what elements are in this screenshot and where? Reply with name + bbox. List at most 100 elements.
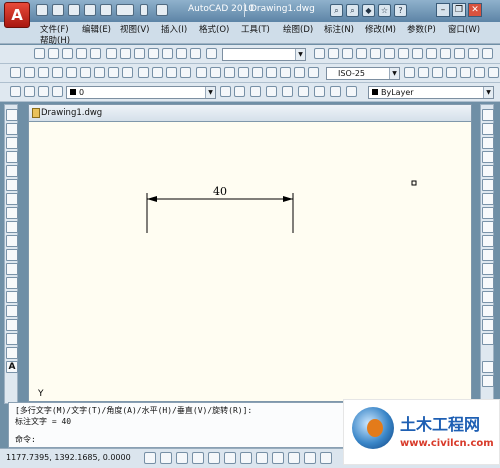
circle-icon[interactable] (6, 193, 18, 205)
tool-icon[interactable] (206, 48, 217, 59)
snap-icon[interactable] (144, 452, 156, 464)
join-icon[interactable] (482, 291, 494, 303)
multiline-text-icon[interactable]: A (6, 361, 18, 373)
tool-icon[interactable] (446, 67, 457, 78)
tool-icon[interactable] (34, 48, 45, 59)
tool-icon[interactable] (294, 67, 305, 78)
polygon-icon[interactable] (6, 151, 18, 163)
tool-icon[interactable] (384, 48, 395, 59)
binoculars-icon[interactable]: ⌕ (330, 4, 343, 17)
minimize-button[interactable]: – (436, 3, 450, 17)
tool-icon[interactable] (148, 48, 159, 59)
tool-icon[interactable] (468, 48, 479, 59)
tool-icon[interactable] (210, 67, 221, 78)
table-icon[interactable] (6, 347, 18, 359)
menu-edit[interactable]: 编辑(E) (82, 23, 111, 35)
save-icon[interactable] (68, 4, 80, 16)
tool-icon[interactable] (298, 86, 309, 97)
break-icon[interactable] (482, 277, 494, 289)
extend-icon[interactable] (482, 249, 494, 261)
gradient-icon[interactable] (6, 319, 18, 331)
new-file-icon[interactable] (36, 4, 48, 16)
tool-icon[interactable] (234, 86, 245, 97)
linetype-combo[interactable]: ByLayer ▼ (368, 86, 494, 99)
tool-icon[interactable] (320, 452, 332, 464)
tool-icon[interactable] (356, 48, 367, 59)
tool-icon[interactable] (238, 67, 249, 78)
make-block-icon[interactable] (6, 277, 18, 289)
osnap-icon[interactable] (208, 452, 220, 464)
restore-button[interactable]: ❐ (452, 3, 466, 17)
tool-icon[interactable] (90, 48, 101, 59)
communication-icon[interactable]: ◆ (362, 4, 375, 17)
tool-icon[interactable] (454, 48, 465, 59)
tool-icon[interactable] (134, 48, 145, 59)
move-icon[interactable] (482, 179, 494, 191)
tool-icon[interactable] (398, 48, 409, 59)
mirror-icon[interactable] (482, 137, 494, 149)
tool-icon[interactable] (482, 48, 493, 59)
bulb-icon[interactable] (24, 86, 35, 97)
tool-icon[interactable] (52, 67, 63, 78)
tool-icon[interactable] (346, 86, 357, 97)
grid-icon[interactable] (160, 452, 172, 464)
favorites-star-icon[interactable]: ☆ (378, 4, 391, 17)
tool-icon[interactable] (404, 67, 415, 78)
otrack-icon[interactable] (224, 452, 236, 464)
lineweight-icon[interactable] (272, 452, 284, 464)
tool-icon[interactable] (266, 67, 277, 78)
explode-icon[interactable] (482, 333, 494, 345)
fillet-icon[interactable] (482, 319, 494, 331)
erase-icon[interactable] (482, 109, 494, 121)
polyline-icon[interactable] (6, 137, 18, 149)
tool-icon[interactable] (482, 375, 494, 387)
menu-window[interactable]: 窗口(W) (448, 23, 480, 35)
layer-combo[interactable]: 0 ▼ (66, 86, 216, 99)
chamfer-icon[interactable] (482, 305, 494, 317)
menu-view[interactable]: 视图(V) (120, 23, 149, 35)
trim-icon[interactable] (482, 235, 494, 247)
scale-icon[interactable] (482, 207, 494, 219)
array-icon[interactable] (482, 165, 494, 177)
redo-icon[interactable] (100, 4, 112, 16)
menu-insert[interactable]: 插入(I) (161, 23, 187, 35)
tool-icon[interactable] (24, 67, 35, 78)
ellipse-arc-icon[interactable] (6, 249, 18, 261)
open-file-icon[interactable] (52, 4, 64, 16)
copy-icon[interactable] (482, 123, 494, 135)
tool-icon[interactable] (488, 67, 499, 78)
tool-icon[interactable] (252, 67, 263, 78)
tool-icon[interactable] (94, 67, 105, 78)
help-icon[interactable]: ? (394, 4, 407, 17)
tool-icon[interactable] (308, 67, 319, 78)
tool-icon[interactable] (314, 48, 325, 59)
insert-block-icon[interactable] (6, 263, 18, 275)
tool-icon[interactable] (432, 67, 443, 78)
rectangle-icon[interactable] (6, 165, 18, 177)
tool-icon[interactable] (342, 48, 353, 59)
layer-properties-icon[interactable] (10, 86, 21, 97)
print-icon[interactable] (116, 4, 134, 16)
drawing-tab[interactable]: Drawing1.dwg (28, 104, 472, 122)
tool-icon[interactable] (330, 86, 341, 97)
ellipse-icon[interactable] (6, 235, 18, 247)
tool-icon[interactable] (120, 48, 131, 59)
tool-icon[interactable] (48, 48, 59, 59)
break-at-point-icon[interactable] (482, 263, 494, 275)
tool-icon[interactable] (250, 86, 261, 97)
polar-icon[interactable] (192, 452, 204, 464)
model-space-icon[interactable] (304, 452, 316, 464)
tool-icon[interactable] (196, 67, 207, 78)
spline-icon[interactable] (6, 221, 18, 233)
tool-icon[interactable] (138, 67, 149, 78)
search-icon[interactable]: ⌕ (346, 4, 359, 17)
tool-icon[interactable] (328, 48, 339, 59)
point-icon[interactable] (6, 291, 18, 303)
tool-icon[interactable] (176, 48, 187, 59)
tool-icon[interactable] (38, 67, 49, 78)
line-icon[interactable] (6, 109, 18, 121)
workspace-combo[interactable]: ▼ (222, 48, 306, 61)
tool-icon[interactable] (460, 67, 471, 78)
tool-icon[interactable] (122, 67, 133, 78)
close-button[interactable]: ✕ (468, 3, 482, 17)
